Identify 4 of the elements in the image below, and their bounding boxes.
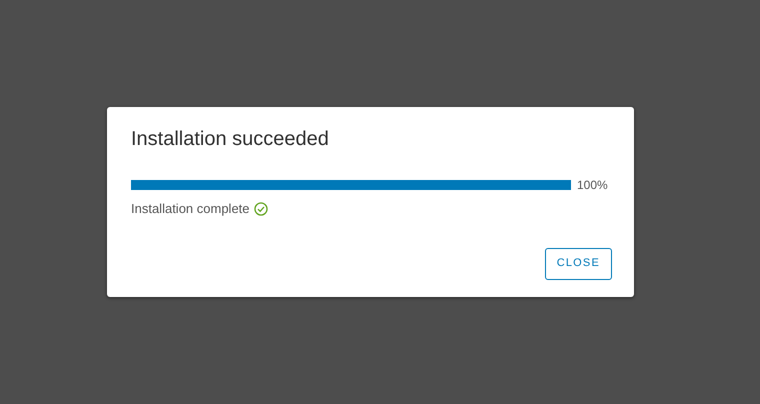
- close-button[interactable]: CLOSE: [544, 248, 612, 280]
- progress-percent: 100%: [577, 177, 608, 194]
- dialog-title: Installation succeeded: [131, 127, 330, 152]
- status-text: Installation complete: [131, 200, 250, 218]
